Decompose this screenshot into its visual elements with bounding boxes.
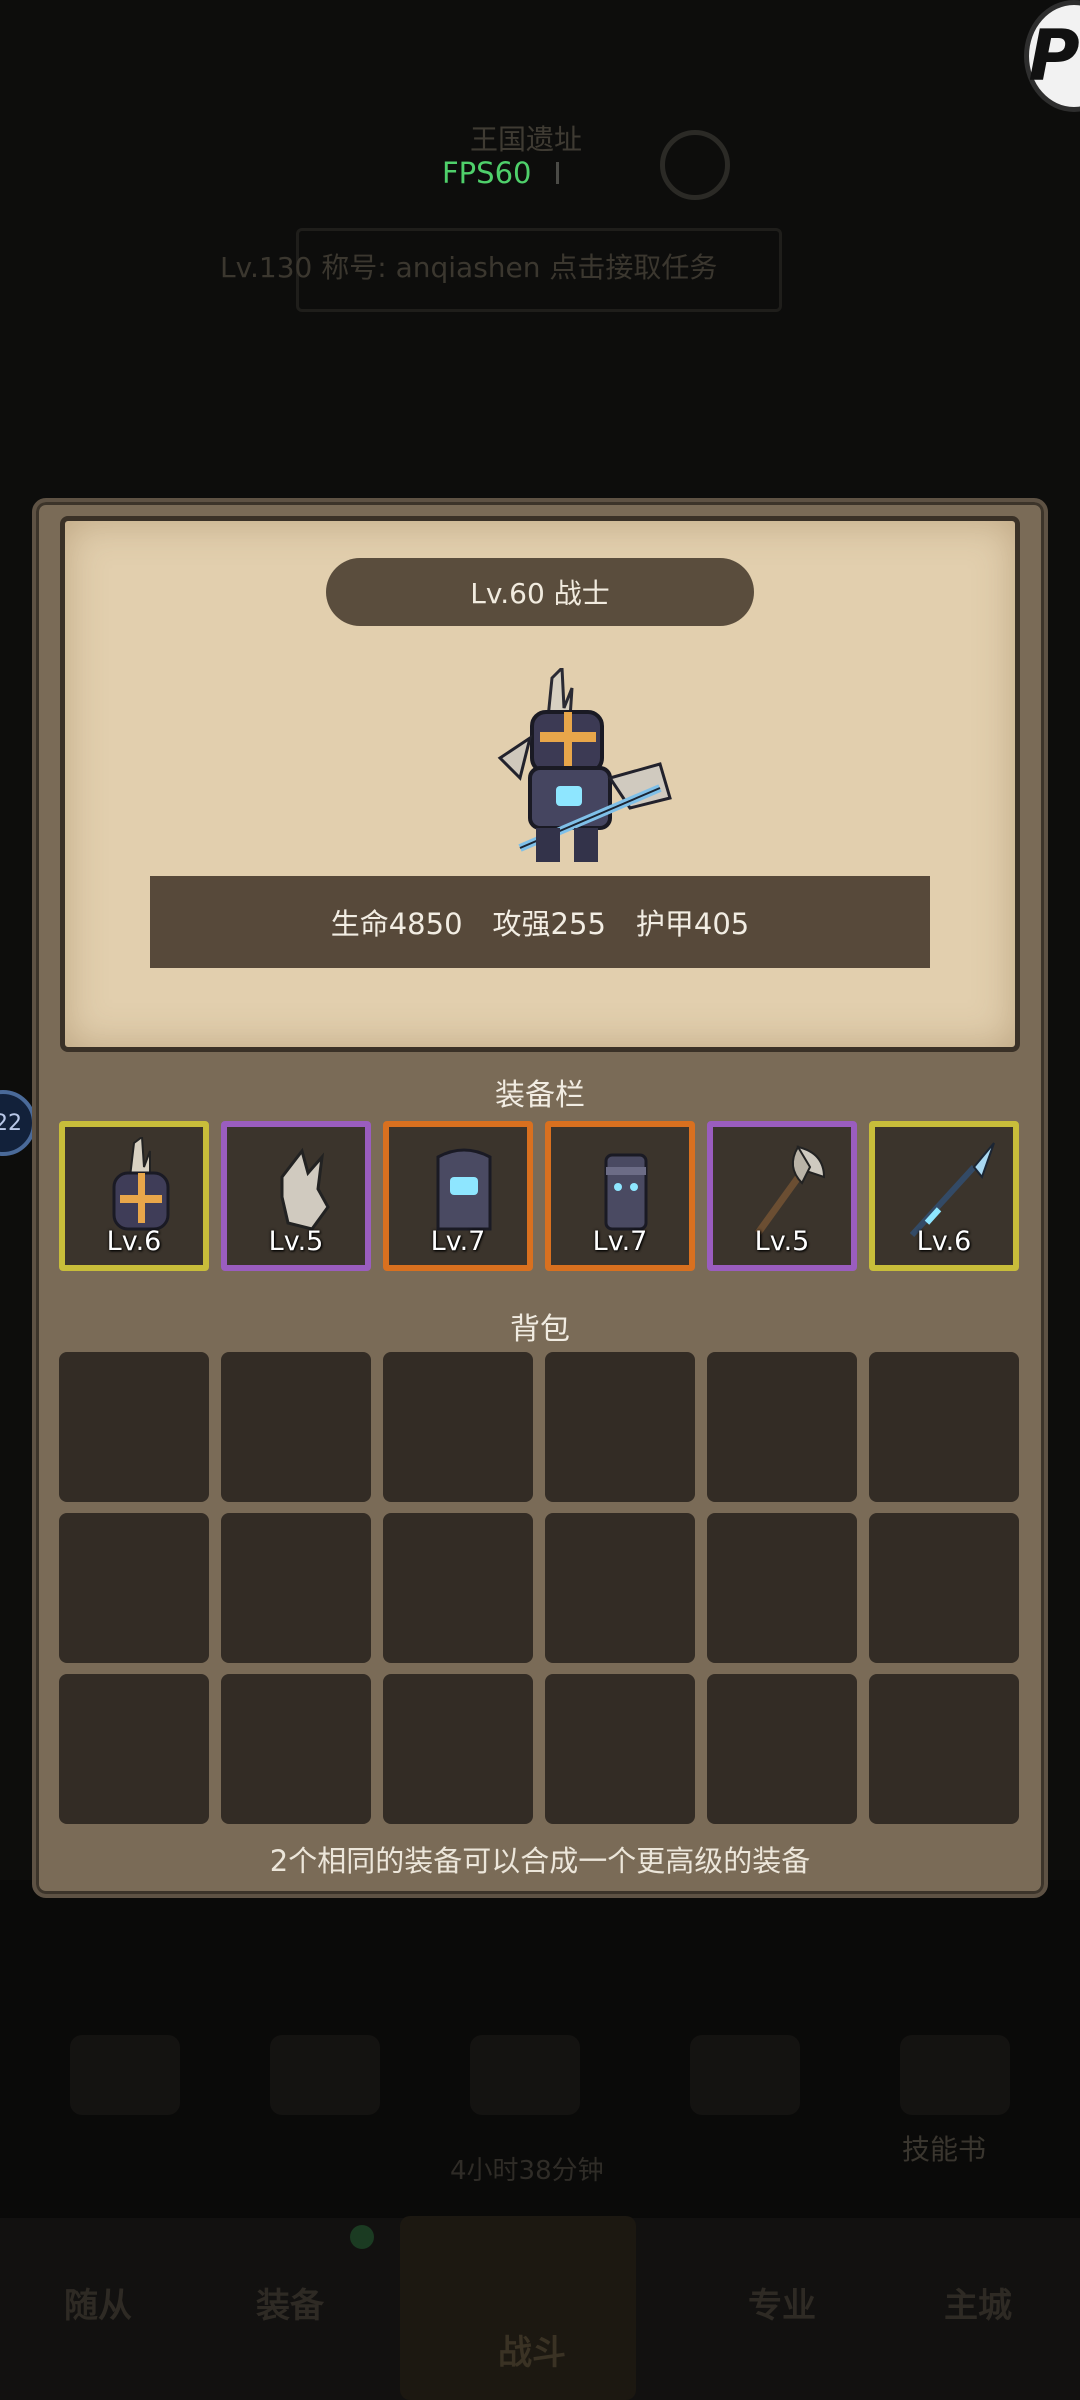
- equip-slot-helmet[interactable]: Lv.6: [59, 1121, 209, 1271]
- backpack-slot[interactable]: [221, 1674, 371, 1824]
- bg-skillbook-label: 技能书: [902, 2133, 987, 2166]
- bg-chest-icon: [470, 2035, 580, 2115]
- backpack-slot[interactable]: [545, 1674, 695, 1824]
- backpack-slot[interactable]: [707, 1674, 857, 1824]
- bg-shop-icon: [270, 2035, 380, 2115]
- equip-slot-gloves[interactable]: Lv.5: [221, 1121, 371, 1271]
- equipment-section-label: 装备栏: [495, 1078, 585, 1113]
- backpack-slot[interactable]: [869, 1674, 1019, 1824]
- backpack-slot[interactable]: [545, 1352, 695, 1502]
- warrior-sprite-icon: [497, 668, 672, 862]
- nav-battle: 战斗: [498, 2333, 566, 2373]
- nav-followers: 随从: [64, 2286, 132, 2326]
- bg-shop-icon: [70, 2035, 180, 2115]
- bg-skillbook-icon: [900, 2035, 1010, 2115]
- backpack-slot[interactable]: [59, 1674, 209, 1824]
- nav-equipment: 装备: [256, 2286, 324, 2326]
- backpack-slot[interactable]: [383, 1513, 533, 1663]
- backpack-slot[interactable]: [869, 1513, 1019, 1663]
- bg-lock-icon: [690, 2035, 800, 2115]
- corner-badge-icon[interactable]: P: [1024, 0, 1080, 112]
- backpack-slot[interactable]: [545, 1513, 695, 1663]
- bg-timer: 4小时38分钟: [450, 2156, 604, 2186]
- bg-notification-dot: [350, 2225, 374, 2249]
- backpack-slot[interactable]: [869, 1352, 1019, 1502]
- merge-tip-text: 2个相同的装备可以合成一个更高级的装备: [269, 1844, 811, 1878]
- slot-level: Lv.6: [106, 1226, 162, 1257]
- fps-counter: FPS60: [442, 156, 532, 190]
- nav-profession: 专业: [748, 2286, 816, 2326]
- fps-divider: [556, 162, 559, 184]
- slot-level: Lv.7: [430, 1226, 486, 1257]
- slot-level: Lv.5: [754, 1226, 810, 1257]
- backpack-slot[interactable]: [59, 1513, 209, 1663]
- backpack-slot[interactable]: [59, 1352, 209, 1502]
- backpack-slot[interactable]: [707, 1513, 857, 1663]
- equip-slot-chest[interactable]: Lv.7: [383, 1121, 533, 1271]
- equip-slot-spear[interactable]: Lv.6: [869, 1121, 1019, 1271]
- hero-title: Lv.60 战士: [326, 558, 754, 626]
- bg-location-title: 王国遗址: [470, 123, 583, 156]
- equip-slot-axe[interactable]: Lv.5: [707, 1121, 857, 1271]
- slot-level: Lv.7: [592, 1226, 648, 1257]
- nav-main-city: 主城: [944, 2286, 1012, 2326]
- refresh-icon: [660, 130, 730, 200]
- stat-armor: 护甲405: [635, 907, 750, 941]
- backpack-slot[interactable]: [383, 1674, 533, 1824]
- bg-info-text: Lv.130 称号: anqiashen 点击接取任务: [220, 251, 718, 284]
- backpack-section-label: 背包: [510, 1312, 570, 1347]
- hero-stats-bar: 生命4850 攻强255 护甲405: [150, 876, 930, 968]
- backpack-slot[interactable]: [221, 1352, 371, 1502]
- equip-slot-legs[interactable]: Lv.7: [545, 1121, 695, 1271]
- backpack-slot[interactable]: [707, 1352, 857, 1502]
- backpack-slot[interactable]: [221, 1513, 371, 1663]
- stat-hp: 生命4850: [330, 907, 463, 941]
- slot-level: Lv.6: [916, 1226, 972, 1257]
- slot-level: Lv.5: [268, 1226, 324, 1257]
- backpack-slot[interactable]: [383, 1352, 533, 1502]
- stat-attack: 攻强255: [492, 907, 606, 941]
